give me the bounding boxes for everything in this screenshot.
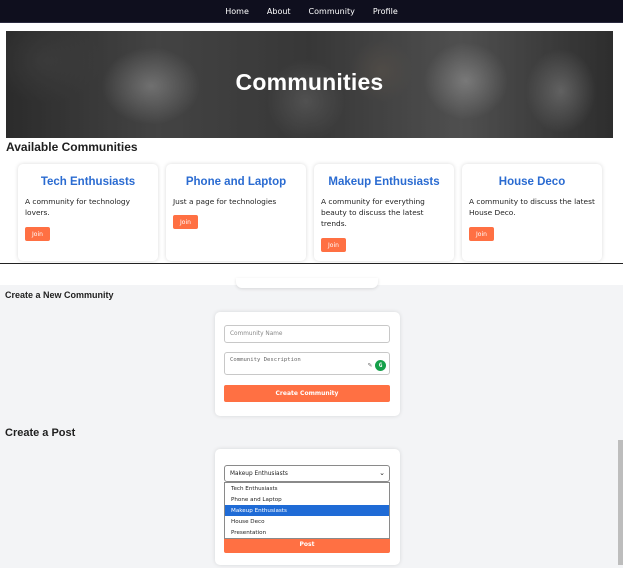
join-button[interactable]: Join xyxy=(173,215,198,229)
nav-about-link[interactable]: About xyxy=(267,7,291,16)
community-select[interactable]: Makeup Enthusiasts ⌄ xyxy=(224,465,390,482)
community-card-title: Tech Enthusiasts xyxy=(40,176,136,188)
community-description-input[interactable]: Community Description ✎ G xyxy=(224,352,390,375)
community-card: House Deco A community to discuss the la… xyxy=(462,164,602,261)
community-description-placeholder: Community Description xyxy=(230,357,301,363)
community-card-description: A community to discuss the latest House … xyxy=(469,197,595,217)
dropdown-option-selected[interactable]: Makeup Enthusiasts xyxy=(225,505,389,516)
community-card-description: Just a page for technologies xyxy=(173,197,277,206)
join-button[interactable]: Join xyxy=(321,238,346,252)
create-community-button[interactable]: Create Community xyxy=(224,385,390,402)
community-card: Phone and Laptop Just a page for technol… xyxy=(166,164,306,261)
community-card-title: Phone and Laptop xyxy=(185,176,287,188)
community-select-value: Makeup Enthusiasts xyxy=(230,470,288,477)
community-card: Makeup Enthusiasts A community for every… xyxy=(314,164,454,261)
nav-profile-link[interactable]: Profile xyxy=(373,7,398,16)
dropdown-option[interactable]: Presentation xyxy=(225,527,389,538)
hero-banner: Communities xyxy=(6,31,613,138)
navbar: Home About Community Profile xyxy=(0,0,623,23)
community-card-title: Makeup Enthusiasts xyxy=(328,176,440,188)
create-post-form: Makeup Enthusiasts ⌄ Post Tech Enthusias… xyxy=(215,449,400,565)
grammar-checker-icon[interactable]: G xyxy=(375,360,386,371)
community-card-title: House Deco xyxy=(498,176,566,188)
create-community-form: Community Name Community Description ✎ G… xyxy=(215,312,400,416)
join-button[interactable]: Join xyxy=(25,227,50,241)
nav-community-link[interactable]: Community xyxy=(309,7,355,16)
create-post-heading: Create a Post xyxy=(5,427,76,439)
scrollbar-thumb[interactable] xyxy=(618,440,623,565)
community-card-description: A community for technology lovers. xyxy=(25,197,130,217)
join-button[interactable]: Join xyxy=(469,227,494,241)
dropdown-option[interactable]: House Deco xyxy=(225,516,389,527)
community-card-description: A community for everything beauty to dis… xyxy=(321,197,425,228)
community-dropdown-list: Tech Enthusiasts Phone and Laptop Makeup… xyxy=(224,482,390,539)
chevron-down-icon: ⌄ xyxy=(379,469,385,477)
create-community-heading: Create a New Community xyxy=(5,290,114,300)
community-card: Tech Enthusiasts A community for technol… xyxy=(18,164,158,261)
available-communities-heading: Available Communities xyxy=(6,140,138,154)
dropdown-option[interactable]: Tech Enthusiasts xyxy=(225,483,389,494)
pencil-icon: ✎ xyxy=(367,361,372,369)
nav-home-link[interactable]: Home xyxy=(225,7,249,16)
community-name-input[interactable]: Community Name xyxy=(224,325,390,343)
communities-page-top: Home About Community Profile Communities… xyxy=(0,0,623,263)
previous-card-edge xyxy=(236,278,378,288)
hero-title: Communities xyxy=(235,69,384,95)
dropdown-option[interactable]: Phone and Laptop xyxy=(225,494,389,505)
